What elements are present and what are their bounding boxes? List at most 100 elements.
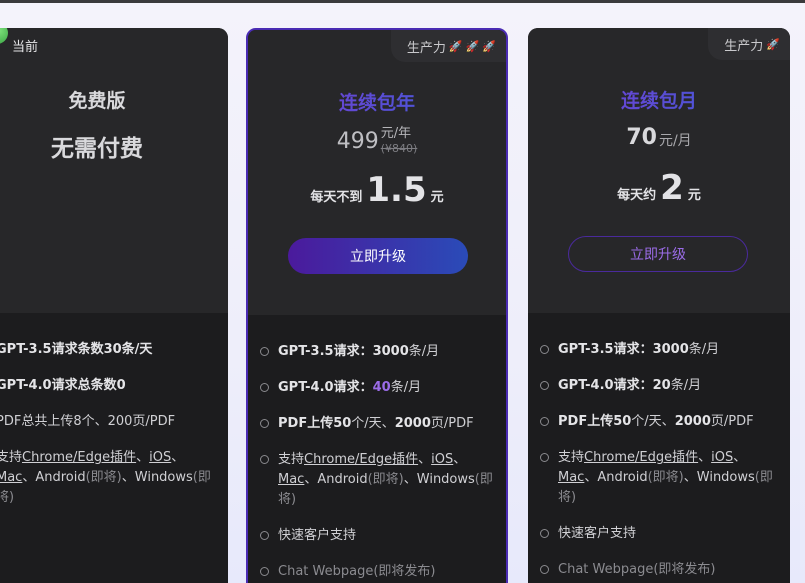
feature-value: 3000 (652, 342, 689, 357)
separator: 、 (453, 452, 467, 467)
check-circle-icon (260, 455, 269, 464)
feature-item: GPT-4.0请求：20条/月 (540, 376, 778, 396)
coming-soon-label: (即将) (367, 472, 404, 487)
check-circle-icon (540, 453, 549, 462)
feature-item: GPT-4.0请求：40条/月 (260, 378, 494, 398)
feature-unit: 个/天、 (351, 416, 395, 431)
tag-label: 生产力 (406, 40, 446, 56)
coming-soon-label: (即将) (85, 470, 122, 485)
feature-item: 快速客户支持 (540, 524, 778, 544)
chrome-edge-link[interactable]: Chrome/Edge插件 (22, 450, 136, 465)
current-plan-badge: 当前 (0, 28, 66, 60)
daily-prefix: 每天不到 (310, 190, 363, 205)
feature-item: Chat Webpage(即将发布) (540, 560, 778, 580)
ios-link[interactable]: iOS (431, 452, 453, 467)
card-header-area (0, 28, 228, 313)
feature-value: 20 (652, 378, 671, 393)
feature-item: GPT-3.5请求条数30条/天 (0, 340, 216, 360)
feature-item: 支持Chrome/Edge插件、iOS、Mac、Android(即将)、Wind… (260, 450, 494, 510)
top-bar (0, 0, 805, 3)
plan-title: 连续包月 (528, 86, 790, 113)
daily-amount: 2 (660, 168, 684, 208)
plan-price: 499 (336, 129, 379, 154)
feature-unit: 条/月 (408, 344, 440, 359)
ios-link[interactable]: iOS (711, 450, 733, 465)
upgrade-button[interactable]: 立即升级 (568, 236, 748, 272)
feature-item: Chat Webpage(即将发布) (260, 562, 494, 582)
feature-text: Chat Webpage(即将发布) (558, 562, 716, 577)
feature-unit: 页/PDF (710, 414, 754, 429)
android-text: 、Android (22, 470, 86, 485)
feature-value: 2000 (674, 414, 711, 429)
android-text: 、Android (304, 472, 368, 487)
mac-link[interactable]: Mac (558, 470, 584, 485)
daily-prefix: 每天约 (617, 188, 657, 203)
feature-item: 支持Chrome/Edge插件、iOS、Mac、Android(即将)、Wind… (540, 448, 778, 508)
feature-text: PDF上传 (278, 416, 334, 431)
check-circle-icon (540, 529, 549, 538)
plan-title: 连续包年 (248, 88, 506, 115)
coming-soon-label: (即将) (647, 470, 684, 485)
feature-item: PDF上传50个/天、2000页/PDF (540, 412, 778, 432)
chrome-edge-link[interactable]: Chrome/Edge插件 (304, 452, 418, 467)
separator: 、 (733, 450, 747, 465)
current-status-icon (0, 28, 8, 44)
daily-suffix: 元 (687, 188, 701, 203)
check-circle-icon (260, 531, 269, 540)
feature-text: GPT-4.0请求总条数0 (0, 378, 126, 393)
check-circle-icon (260, 419, 269, 428)
feature-unit: 条/月 (390, 380, 422, 395)
mac-link[interactable]: Mac (278, 472, 304, 487)
feature-text: 快速客户支持 (558, 526, 637, 541)
plan-price: 无需付费 (51, 136, 143, 162)
productivity-tag: 生产力 🚀 (708, 28, 790, 60)
feature-item: GPT-3.5请求：3000条/月 (260, 342, 494, 362)
feature-text: GPT-4.0请求： (558, 378, 653, 393)
chrome-edge-link[interactable]: Chrome/Edge插件 (584, 450, 698, 465)
feature-item: 快速客户支持 (260, 526, 494, 546)
rocket-icon: 🚀 (465, 39, 480, 53)
feature-text: Chat Webpage(即将发布) (278, 564, 436, 579)
original-price: (¥840) (380, 142, 418, 155)
feature-value: 40 (372, 380, 391, 395)
price-row: 499 元/年 (¥840) (248, 126, 506, 156)
feature-unit: 个/天、 (631, 414, 675, 429)
feature-item: PDF上传50个/天、2000页/PDF (260, 414, 494, 434)
price-detail: 元/年 (¥840) (381, 126, 418, 156)
feature-text: 支持 (278, 452, 305, 467)
feature-text: GPT-3.5请求： (558, 342, 653, 357)
daily-price: 每天不到 1.5 元 (248, 170, 506, 210)
rocket-icon: 🚀 (448, 39, 463, 53)
feature-value: 50 (333, 416, 352, 431)
price-unit: 元/年 (380, 126, 412, 141)
feature-unit: 页/PDF (430, 416, 474, 431)
windows-text: 、Windows (683, 470, 755, 485)
feature-value: 2000 (394, 416, 431, 431)
check-circle-icon (540, 417, 549, 426)
current-plan-label: 当前 (12, 40, 39, 55)
plan-price: 70 (626, 125, 657, 150)
ios-link[interactable]: iOS (149, 450, 171, 465)
rocket-icon: 🚀 (766, 37, 780, 51)
feature-item: 支持Chrome/Edge插件、iOS、Mac、Android(即将)、Wind… (0, 448, 216, 508)
feature-text: 快速客户支持 (278, 528, 357, 543)
daily-suffix: 元 (430, 190, 444, 205)
feature-item: PDF总共上传8个、200页/PDF (0, 412, 216, 432)
feature-value: 3000 (372, 344, 409, 359)
mac-link[interactable]: Mac (0, 470, 22, 485)
android-text: 、Android (584, 470, 648, 485)
feature-text: PDF上传 (558, 414, 614, 429)
feature-item: GPT-4.0请求总条数0 (0, 376, 216, 396)
feature-text: GPT-3.5请求条数30条/天 (0, 342, 153, 357)
check-circle-icon (260, 347, 269, 356)
feature-unit: 条/月 (688, 342, 720, 357)
price-unit: 元/月 (658, 133, 692, 149)
feature-item: GPT-3.5请求：3000条/月 (540, 340, 778, 360)
upgrade-button[interactable]: 立即升级 (288, 238, 468, 274)
separator: 、 (418, 452, 432, 467)
productivity-tag: 生产力 🚀 🚀 🚀 (390, 30, 506, 62)
windows-text: 、Windows (403, 472, 475, 487)
feature-text: PDF总共上传8个、200页/PDF (0, 414, 176, 429)
daily-amount: 1.5 (366, 170, 427, 210)
plan-card-yearly: 生产力 🚀 🚀 🚀 连续包年 499 元/年 (¥840) 每天不到 1.5 元… (246, 28, 508, 583)
